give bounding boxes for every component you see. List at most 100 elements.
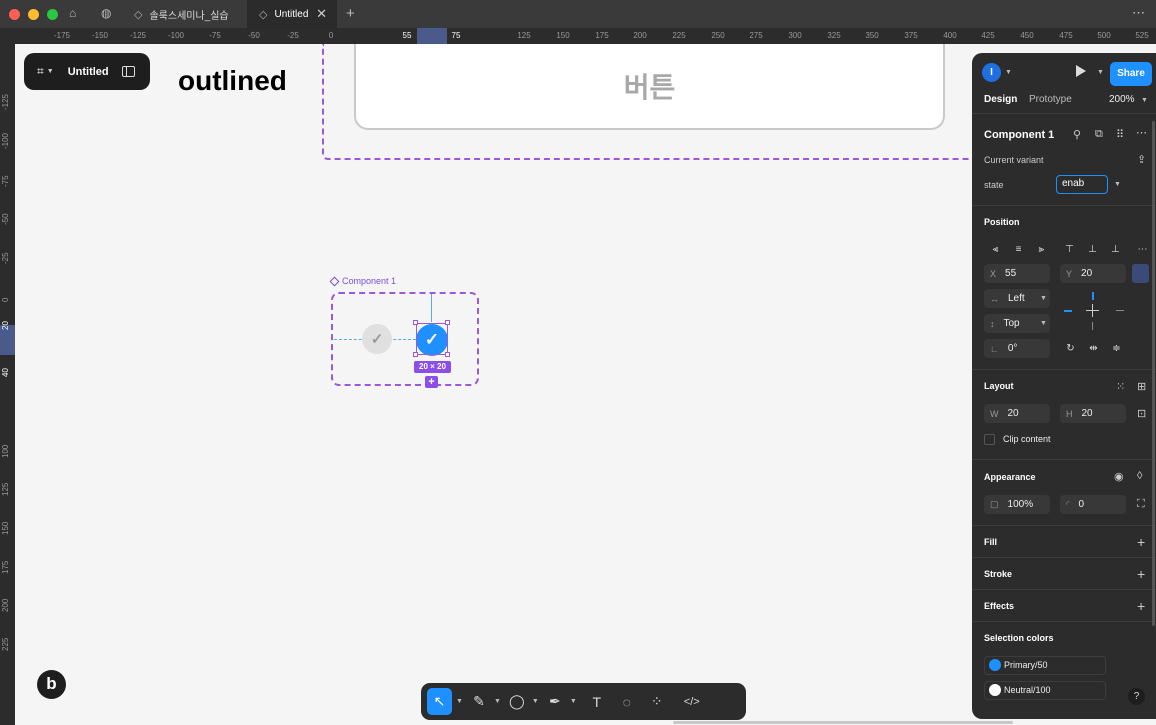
resize-to-fit-icon[interactable]: ⊡ (1137, 407, 1146, 420)
constraints-toggle[interactable] (1132, 264, 1149, 283)
horizontal-scrollbar[interactable] (673, 721, 1013, 724)
resize-handle[interactable] (413, 352, 418, 357)
present-play-icon[interactable] (1076, 65, 1086, 77)
chevron-down-icon[interactable]: ▼ (1097, 69, 1104, 76)
eye-icon[interactable]: ◉ (1114, 470, 1124, 483)
text-tool[interactable]: T (582, 688, 612, 715)
maximize-window-button[interactable] (47, 8, 58, 20)
help-button[interactable]: ? (1128, 688, 1145, 705)
toggle-sidebar-icon[interactable] (121, 66, 135, 77)
align-top-icon[interactable]: ⊤ (1060, 240, 1079, 259)
checkbox-disabled-variant[interactable]: ✓ (362, 324, 392, 354)
ruler-tick: -75 (1, 175, 10, 187)
constraint-bottom[interactable] (1092, 322, 1093, 330)
chevron-down-icon[interactable]: ▼ (494, 698, 501, 705)
ruler-tick: -175 (53, 31, 71, 40)
chevron-down-icon[interactable]: ▼ (1005, 69, 1012, 76)
chevron-down-icon[interactable]: ▼ (570, 698, 577, 705)
height-field[interactable]: H 20 (1060, 404, 1126, 423)
width-field[interactable]: W 20 (984, 404, 1050, 423)
tab-prototype[interactable]: Prototype (1029, 94, 1072, 105)
resize-handle[interactable] (445, 352, 450, 357)
panel-scrollbar[interactable] (1152, 121, 1155, 626)
add-stroke-icon[interactable]: + (1137, 566, 1145, 582)
figma-logo-icon[interactable]: ⌗ (37, 64, 44, 79)
chevron-down-icon[interactable]: ▼ (1141, 97, 1148, 104)
zoom-level[interactable]: 200% (1109, 94, 1135, 105)
align-left-icon[interactable]: ⫷ (986, 240, 1005, 259)
close-window-button[interactable] (9, 8, 20, 20)
more-options-icon[interactable]: ⋯ (1132, 5, 1146, 21)
pencil-icon: ✎ (473, 693, 485, 709)
rotation-field[interactable]: ∟ 0° (984, 339, 1050, 358)
opacity-field[interactable]: ▢ 100% (984, 495, 1050, 514)
layout-grid-icon[interactable]: ⊞ (1137, 380, 1146, 393)
chevron-down-icon[interactable]: ▼ (1040, 295, 1047, 302)
color-name: Primary/50 (1004, 660, 1048, 670)
constraint-top[interactable] (1092, 292, 1094, 300)
close-tab-icon[interactable]: ✕ (316, 6, 327, 22)
constraint-center-v[interactable] (1092, 304, 1093, 317)
chevron-down-icon[interactable]: ▼ (1040, 320, 1047, 327)
flip-vertical-icon[interactable]: ≑ (1107, 339, 1126, 358)
x-field[interactable]: X 55 (984, 264, 1050, 283)
ellipse-tool[interactable]: ◯ (506, 688, 528, 715)
resize-handle[interactable] (413, 320, 418, 325)
flip-horizontal-icon[interactable]: ⇹ (1084, 339, 1103, 358)
tab-seminar[interactable]: ◇ 솔룩스세미나_실습 (122, 0, 246, 28)
chevron-down-icon[interactable]: ▼ (532, 698, 539, 705)
align-bottom-icon[interactable]: ⊥ (1106, 240, 1125, 259)
constraint-widget[interactable] (1060, 289, 1126, 333)
dev-mode-tool[interactable]: </> (672, 688, 712, 715)
pen-tool[interactable]: ✒ (544, 688, 566, 715)
home-icon[interactable]: ⌂ (69, 6, 76, 20)
more-align-icon[interactable]: ⋯ (1133, 240, 1152, 259)
new-tab-button[interactable]: + (346, 5, 355, 22)
move-tool[interactable]: ↖ (427, 688, 452, 715)
share-button[interactable]: Share (1110, 62, 1152, 86)
y-field[interactable]: Y 20 (1060, 264, 1126, 283)
constraint-left[interactable] (1064, 310, 1072, 312)
color-swatch[interactable] (989, 659, 1001, 671)
tab-design[interactable]: Design (984, 94, 1017, 105)
auto-layout-icon[interactable]: ⁙ (1116, 380, 1125, 393)
rotate-icon[interactable]: ↻ (1061, 339, 1080, 358)
collaborator-avatar[interactable]: b (37, 670, 66, 699)
file-title[interactable]: Untitled (68, 66, 109, 78)
add-fill-icon[interactable]: + (1137, 534, 1145, 550)
constraint-right[interactable] (1116, 310, 1124, 311)
comment-tool[interactable]: ◌ (612, 688, 642, 715)
minimize-window-button[interactable] (28, 8, 39, 20)
globe-icon[interactable]: ◍ (101, 6, 111, 20)
chevron-down-icon[interactable]: ▼ (1114, 181, 1121, 188)
component-label[interactable]: Component 1 (329, 276, 396, 286)
resize-handle[interactable] (445, 320, 450, 325)
clip-content-checkbox[interactable] (984, 434, 995, 445)
independent-corners-icon[interactable]: ⛶ (1137, 498, 1145, 511)
add-variant-button[interactable]: + (425, 376, 438, 388)
add-effect-icon[interactable]: + (1137, 598, 1145, 614)
blend-mode-icon[interactable]: ◊ (1137, 470, 1142, 482)
state-input[interactable]: enab (1056, 175, 1108, 194)
more-icon[interactable]: ⋯ (1136, 126, 1148, 139)
pencil-tool[interactable]: ✎ (468, 688, 490, 715)
components-tool[interactable]: ⁘ (642, 688, 672, 715)
chevron-down-icon[interactable]: ▼ (47, 68, 54, 75)
tab-untitled[interactable]: ◇ Untitled ✕ (247, 0, 337, 28)
grid-icon[interactable]: ⠿ (1116, 128, 1124, 141)
user-avatar[interactable]: I (982, 63, 1001, 82)
canvas-heading[interactable]: outlined (178, 65, 287, 97)
adjust-icon[interactable]: ⚲ (1073, 128, 1081, 141)
chevron-down-icon[interactable]: ▼ (456, 698, 463, 705)
align-center-v-icon[interactable]: ⊥ (1083, 240, 1102, 259)
button-component[interactable]: 버튼 (354, 44, 945, 130)
align-right-icon[interactable]: ⫸ (1032, 240, 1051, 259)
align-center-h-icon[interactable]: ≡ (1009, 240, 1028, 259)
corner-radius-field[interactable]: ◜ 0 (1060, 495, 1126, 514)
ruler-tick: -25 (287, 31, 299, 40)
variant-link-icon[interactable]: ⇪ (1137, 153, 1146, 166)
component-instance-icon[interactable]: ⧉ (1095, 128, 1103, 141)
component-name[interactable]: Component 1 (984, 129, 1054, 141)
corner-radius-icon: ◜ (1066, 499, 1070, 509)
color-swatch[interactable] (989, 684, 1001, 696)
